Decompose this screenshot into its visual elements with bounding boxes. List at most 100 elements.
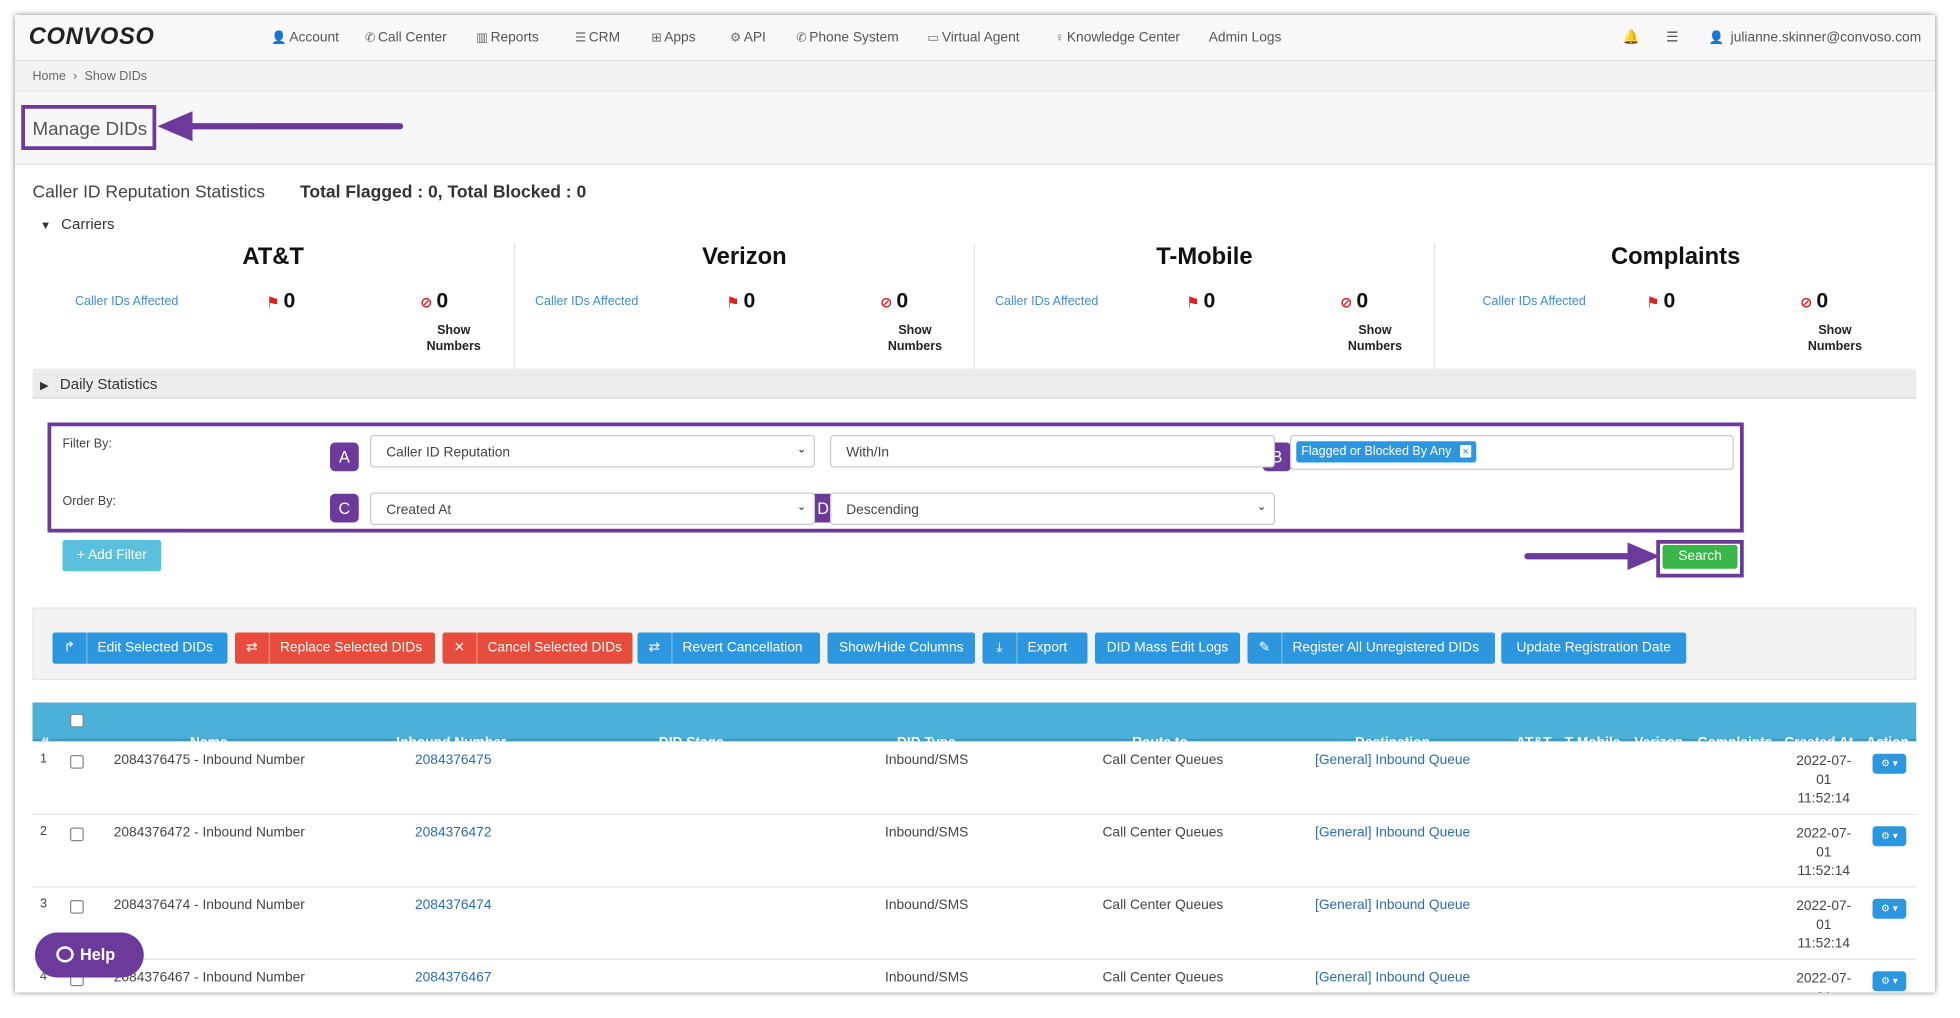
order-field-value: Created At xyxy=(386,502,452,518)
action-label: Edit Selected DIDs xyxy=(97,640,213,655)
nav-label: CRM xyxy=(588,30,621,45)
row-action-dropdown[interactable]: ⚙ ▾ xyxy=(1872,826,1907,847)
phone-icon: ✆ xyxy=(796,31,807,45)
filter-field-select[interactable]: Caller ID Reputation ⌄ xyxy=(370,435,815,468)
route-to: Call Center Queues xyxy=(1102,825,1224,840)
tag-chip: Flagged or Blocked By Any × xyxy=(1296,441,1477,463)
daily-statistics-bar[interactable]: ▶ Daily Statistics xyxy=(32,368,1917,399)
user-menu[interactable]: 👤 julianne.skinner@convoso.com xyxy=(1709,30,1921,45)
row-index: 1 xyxy=(40,752,47,767)
order-field-select[interactable]: Created At ⌄ xyxy=(370,492,815,525)
badge-a: A xyxy=(330,442,359,472)
monitor-icon: ▭ xyxy=(927,31,940,45)
gear-icon: ⚙ ▾ xyxy=(1880,757,1898,769)
flagged-count: ⚑ 0 xyxy=(726,289,755,314)
action-edit-selected-didsbutton[interactable]: ↱ Edit Selected DIDs xyxy=(52,632,228,664)
show-numbers-link[interactable]: Show Numbers xyxy=(1344,323,1407,356)
action-cancel-selected-didsbutton[interactable]: ✕ Cancel Selected DIDs xyxy=(442,632,633,664)
row-index: 2 xyxy=(40,825,47,839)
nav-label: API xyxy=(743,30,766,45)
caller-ids-affected-link[interactable]: Caller IDs Affected xyxy=(995,295,1098,309)
filter-field-value: Caller ID Reputation xyxy=(386,445,511,460)
nav-knowledge-center[interactable]: ♀ Knowledge Center xyxy=(1055,30,1180,45)
created-at: 2022-07-0111:52:14 xyxy=(1793,970,1856,992)
search-button[interactable]: Search xyxy=(1662,545,1738,569)
filter-operator-select[interactable]: With/In xyxy=(830,435,1275,468)
nav-call-center[interactable]: ✆ Call Center xyxy=(365,30,447,45)
flagged-value: 0 xyxy=(283,288,296,313)
inbound-number-link[interactable]: 2084376475 xyxy=(415,753,491,768)
route-to: Call Center Queues xyxy=(1102,752,1224,768)
action-register-all-unregistered-didsbutton[interactable]: ✎ Register All Unregistered DIDs xyxy=(1247,632,1495,664)
tag-label: Flagged or Blocked By Any xyxy=(1301,445,1452,459)
caller-ids-affected-link[interactable]: Caller IDs Affected xyxy=(75,295,178,309)
created-at-line: 2022-07- xyxy=(1796,826,1852,842)
nav-api[interactable]: ⚙ API xyxy=(730,30,766,45)
convoso-logo[interactable]: CONVOSO xyxy=(29,24,155,52)
bell-icon[interactable]: 🔔 xyxy=(1623,29,1640,45)
destination-link[interactable]: [General] Inbound Queue xyxy=(1315,753,1470,768)
row-checkbox[interactable] xyxy=(70,900,84,914)
caller-ids-affected-link[interactable]: Caller IDs Affected xyxy=(535,295,638,309)
breadcrumb-separator: › xyxy=(73,70,78,84)
caller-ids-affected-link[interactable]: Caller IDs Affected xyxy=(1483,295,1586,309)
did-name: 2084376475 - Inbound Number xyxy=(113,752,305,768)
nav-label: Admin Logs xyxy=(1208,30,1282,45)
nav-admin-logs[interactable]: Admin Logs xyxy=(1209,30,1282,45)
filter-value-tags[interactable]: Flagged or Blocked By Any × xyxy=(1290,435,1734,470)
flagged-value: 0 xyxy=(743,288,756,313)
row-action-dropdown[interactable]: ⚙ ▾ xyxy=(1872,898,1907,919)
action-label: Replace Selected DIDs xyxy=(280,640,423,655)
destination-link[interactable]: [General] Inbound Queue xyxy=(1315,825,1470,840)
inbound-number-link[interactable]: 2084376472 xyxy=(415,825,491,840)
carrier-panel: AT&T Caller IDs Affected ⚑ 0 ⊘ 0 Show Numbers xyxy=(33,243,515,379)
action-revert-cancellationbutton[interactable]: ⇄ Revert Cancellation xyxy=(637,632,820,664)
inbound-number-link[interactable]: 2084376467 xyxy=(415,970,491,985)
database-icon[interactable]: ☰ xyxy=(1666,29,1678,45)
carrier-name: Complaints xyxy=(1610,243,1741,270)
action-exportbutton[interactable]: ⤓ Export xyxy=(982,632,1088,664)
row-action-dropdown[interactable]: ⚙ ▾ xyxy=(1872,971,1907,992)
daily-statistics-label: Daily Statistics xyxy=(59,375,158,393)
nav-apps[interactable]: ⊞ Apps xyxy=(651,30,695,45)
help-button[interactable]: Help xyxy=(35,932,144,978)
destination-link[interactable]: [General] Inbound Queue xyxy=(1315,970,1470,985)
action-label: DID Mass Edit Logs xyxy=(1106,640,1229,655)
nav-label: Knowledge Center xyxy=(1066,30,1181,45)
flagged-value: 0 xyxy=(1203,288,1216,313)
row-checkbox[interactable] xyxy=(70,827,84,842)
action-show-hide-columnsbutton[interactable]: Show/Hide Columns xyxy=(827,632,975,664)
nav-crm[interactable]: ☰ CRM xyxy=(575,30,620,45)
show-numbers-link[interactable]: Show Numbers xyxy=(423,323,486,356)
show-numbers-link[interactable]: Show Numbers xyxy=(884,323,947,356)
row-checkbox[interactable] xyxy=(70,755,84,769)
carrier-panel: Verizon Caller IDs Affected ⚑ 0 ⊘ 0 Show Numbe… xyxy=(515,243,975,379)
breadcrumb-current: Show DIDs xyxy=(84,70,148,84)
show-numbers-link[interactable]: Show Numbers xyxy=(1804,323,1867,356)
carrier-panel: Complaints Caller IDs Affected ⚑ 0 ⊘ 0 Show Nu… xyxy=(1435,244,1916,379)
select-all-checkbox[interactable] xyxy=(70,713,84,728)
created-at-line: 2022-07- xyxy=(1796,898,1852,914)
action-did-mass-edit-logsbutton[interactable]: DID Mass Edit Logs xyxy=(1095,632,1240,664)
tag-remove-icon[interactable]: × xyxy=(1459,445,1472,458)
lightbulb-icon: ♀ xyxy=(1055,31,1065,45)
carriers-toggle[interactable]: ▼ Carriers xyxy=(40,215,114,233)
add-filter-button[interactable]: + Add Filter xyxy=(62,540,162,572)
inbound-number-link[interactable]: 2084376474 xyxy=(415,898,491,913)
action-update-registration-datebutton[interactable]: Update Registration Date xyxy=(1501,632,1687,664)
row-action-dropdown[interactable]: ⚙ ▾ xyxy=(1872,753,1907,774)
nav-label: Call Center xyxy=(377,30,447,45)
top-navbar: CONVOSO 👤 Account ✆ Call Center ▥ Reports ☰ CRM… xyxy=(15,15,1935,62)
nav-virtual-agent[interactable]: ▭ Virtual Agent xyxy=(928,30,1020,45)
help-label: Help xyxy=(80,945,116,964)
blocked-count: ⊘ 0 xyxy=(1340,289,1368,314)
nav-reports[interactable]: ▥ Reports xyxy=(476,30,538,45)
blocked-count: ⊘ 0 xyxy=(1800,289,1828,314)
nav-phone-system[interactable]: ✆ Phone System xyxy=(796,30,898,45)
destination-link[interactable]: [General] Inbound Queue xyxy=(1315,898,1470,913)
order-direction-select[interactable]: Descending ⌄ xyxy=(830,492,1275,525)
annotation-arrow xyxy=(1524,542,1660,570)
nav-account[interactable]: 👤 Account xyxy=(271,30,339,45)
breadcrumb-home[interactable]: Home xyxy=(33,70,66,84)
action-replace-selected-didsbutton[interactable]: ⇄ Replace Selected DIDs xyxy=(235,632,435,664)
